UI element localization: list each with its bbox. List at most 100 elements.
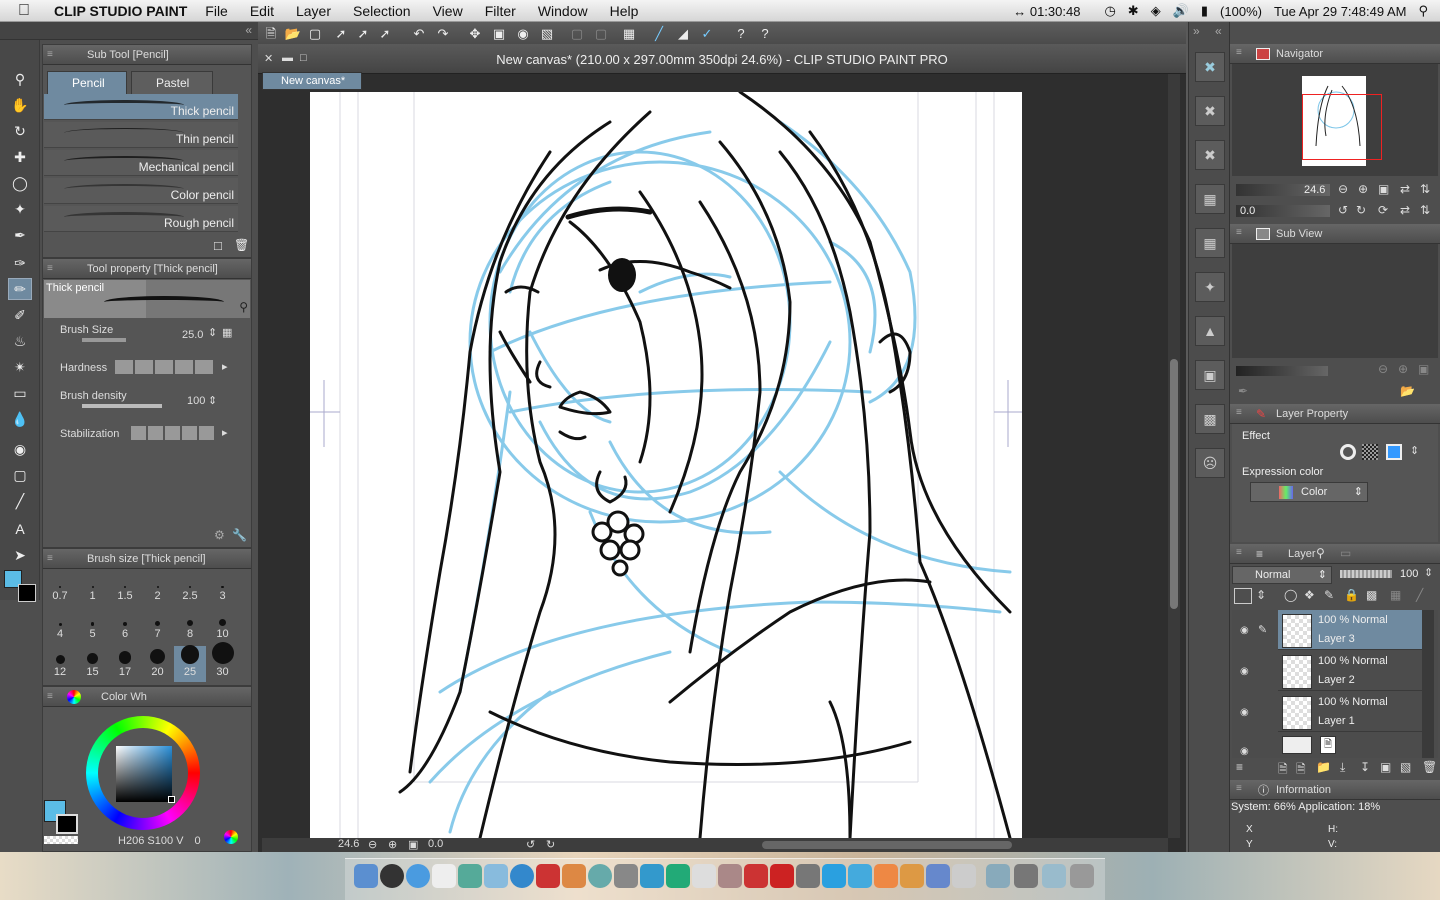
paper-layer-row[interactable]: 🗎 [1278,734,1422,756]
chip-stepper-icon[interactable]: ⇕ [1256,588,1266,602]
volume-icon[interactable]: 🔊 [1173,3,1189,19]
brush-tool-icon[interactable]: ✐ [8,304,32,326]
disabled-command-icon[interactable]: ▢ [568,25,586,43]
sketchbook-icon[interactable] [744,864,768,888]
brush-size-option[interactable]: 2 [142,570,174,606]
app-7-icon[interactable] [900,864,924,888]
layer-color-effect-icon[interactable] [1386,444,1402,460]
pressure-icon[interactable]: ▦ [222,326,232,339]
spotlight-icon[interactable]: ⚲ [1418,3,1428,19]
decoration-tool-icon[interactable]: ✴ [8,356,32,378]
brush-density-stepper-icon[interactable]: ⇕ [208,394,217,407]
panel-menu-icon[interactable]: ≡ [47,49,59,61]
brush-size-option[interactable]: 12 [44,646,76,682]
perspective-icon[interactable]: ◢ [674,25,692,43]
save-file-icon[interactable]: ▢ [306,25,324,43]
color-mode-icon[interactable] [224,830,238,844]
rotate-tool-icon[interactable]: ↻ [8,120,32,142]
transfer-down-icon[interactable]: ⤓ [1340,760,1345,775]
effect-material-icon[interactable]: ✦ [1195,272,1225,302]
eye-icon[interactable]: ◉ [1240,707,1252,719]
new-folder-icon[interactable]: 📁 [1316,760,1331,774]
menu-filter[interactable]: Filter [485,3,516,19]
mask-enable-icon[interactable]: ▦ [1390,588,1401,602]
frame-material-icon[interactable]: ▦ [1195,228,1225,258]
nav-flip-v2-icon[interactable]: ⇅ [1420,203,1430,217]
dashboard-icon[interactable] [380,864,404,888]
rotate-left-icon[interactable]: ↺ [526,838,535,851]
subview-zoom-in-icon[interactable]: ⊕ [1398,362,1408,376]
menu-file[interactable]: File [205,3,228,19]
brush-size-option[interactable]: 25 [174,645,206,682]
tab-new-canvas[interactable]: New canvas* [262,72,362,90]
new-vector-layer-icon[interactable]: 🗎 [1296,760,1306,781]
wifi-icon[interactable]: ◈ [1151,3,1161,19]
wrench-icon[interactable]: 🔧 [232,528,247,542]
menu-view[interactable]: View [433,3,463,19]
subview-fit-icon[interactable]: ▣ [1418,362,1429,376]
itunes-icon[interactable] [510,864,534,888]
canvas-vertical-scrollbar[interactable] [1168,74,1180,838]
combine-down-icon[interactable]: ↧ [1360,760,1370,774]
preferences-icon[interactable] [614,864,638,888]
datetime-text[interactable]: Tue Apr 29 7:48:49 AM [1274,4,1407,19]
fit-icon[interactable]: ▣ [408,838,418,851]
brush-size-slider[interactable] [82,338,126,342]
subview-zoom-slider[interactable] [1236,366,1328,376]
timer-status[interactable]: ↔ 01:30:48 [1013,4,1092,19]
export-icon[interactable]: ➚ [332,25,350,43]
nav-flip-icon[interactable]: ⇄ [1400,182,1410,196]
text-tool-icon[interactable]: A [8,518,32,540]
brush-item[interactable]: Rough pencil [44,206,238,232]
eraser-tool-icon[interactable]: ▭ [8,382,32,404]
scale-icon[interactable]: ▧ [538,25,556,43]
subview-open-icon[interactable]: 📂 [1400,384,1415,398]
layer-row[interactable]: 100 % Normal Layer 2 [1278,651,1422,691]
zoom-preview-icon[interactable]: ⚲ [239,300,248,314]
material-3-icon[interactable]: ✖ [1195,140,1225,170]
draft-layer-icon[interactable]: ✎ [1324,588,1334,602]
help-icon[interactable]: ? [732,25,750,43]
zoom-out-icon[interactable]: ⊖ [368,838,377,851]
panel-menu-icon[interactable]: ≡ [47,691,59,703]
object-material-icon[interactable]: ▩ [1195,404,1225,434]
scrollbar-thumb[interactable] [1170,359,1178,609]
safari-icon[interactable] [406,864,430,888]
app-8-icon[interactable] [926,864,950,888]
layer-row[interactable]: 100 % Normal Layer 1 [1278,692,1422,732]
layer-row[interactable]: 100 % Normal Layer 3 [1278,610,1422,650]
opacity-value[interactable]: 100 [1400,568,1418,580]
brush-size-option[interactable]: 30 [207,642,239,682]
color-cursor[interactable] [168,796,175,803]
iphoto-icon[interactable] [562,864,586,888]
tab-pastel[interactable]: Pastel [131,71,213,95]
menu-layer[interactable]: Layer [296,3,331,19]
tone-effect-icon[interactable] [1362,444,1378,460]
zoom-in-icon[interactable]: ⊕ [388,838,397,851]
camera-icon[interactable] [640,864,664,888]
documents-folder-icon[interactable] [1042,864,1066,888]
eye-icon[interactable]: ◉ [1240,666,1252,678]
new-subtool-icon[interactable]: □ [214,238,222,253]
expand-right-icon[interactable]: » [1193,24,1200,38]
lock-layer-icon[interactable]: 🔒 [1344,588,1359,602]
rotate-right-icon[interactable]: ↻ [546,838,555,851]
brush-size-option[interactable]: 3 [207,570,239,606]
app-4-icon[interactable] [796,864,820,888]
panel-menu-icon[interactable]: ≡ [1236,783,1242,794]
app-2-icon[interactable] [692,864,716,888]
brush-size-option[interactable]: 2.5 [174,570,206,606]
material-palette-icon[interactable]: ✖ [1195,52,1225,82]
brush-size-stepper-icon[interactable]: ⇕ [208,326,217,339]
hardness-arrow-icon[interactable]: ▸ [222,360,228,373]
navigator-viewport-frame[interactable] [1302,94,1382,160]
brush-density-slider[interactable] [82,404,162,408]
brush-size-option[interactable]: 8 [174,608,206,644]
brush-size-option[interactable]: 5 [77,608,109,644]
nav-fit-icon[interactable]: ▣ [1378,182,1389,196]
brush-size-option[interactable]: 1.5 [109,570,141,606]
x11-icon[interactable] [952,864,976,888]
finder-icon[interactable] [354,864,378,888]
blend-mode-select[interactable]: Normal ⇕ [1232,566,1332,584]
lasso-tool-icon[interactable]: ◯ [8,172,32,194]
